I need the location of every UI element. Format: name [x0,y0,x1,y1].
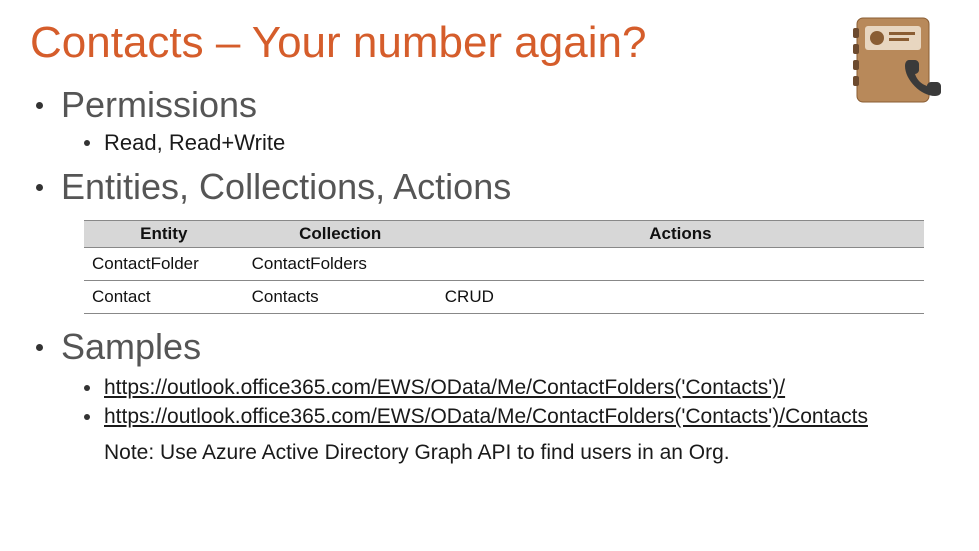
slide-title: Contacts – Your number again? [30,18,949,68]
list-item: https://outlook.office365.com/EWS/OData/… [30,374,949,401]
permissions-heading: Permissions [61,84,257,126]
permissions-values: Read, Read+Write [104,130,285,156]
table-header-row: Entity Collection Actions [84,221,924,248]
table-row: ContactFolder ContactFolders [84,248,924,281]
bullet-icon [84,385,90,391]
col-collection: Collection [244,221,437,248]
contacts-book-phone-icon [851,14,943,106]
permissions-heading-row: Permissions [30,84,949,126]
sample-link-1[interactable]: https://outlook.office365.com/EWS/OData/… [104,374,785,401]
bullet-icon [36,344,43,351]
sample-link-2[interactable]: https://outlook.office365.com/EWS/OData/… [104,403,868,430]
samples-list: https://outlook.office365.com/EWS/OData/… [30,374,949,431]
entities-heading: Entities, Collections, Actions [61,166,511,208]
table-row: Contact Contacts CRUD [84,281,924,314]
list-item: https://outlook.office365.com/EWS/OData/… [30,403,949,430]
cell-actions: CRUD [437,281,924,314]
samples-note: Note: Use Azure Active Directory Graph A… [104,441,949,465]
bullet-icon [36,184,43,191]
bullet-icon [84,140,90,146]
samples-heading-row: Samples [30,326,949,368]
entities-table: Entity Collection Actions ContactFolder … [84,220,924,314]
cell-collection: Contacts [244,281,437,314]
permissions-sub-row: Read, Read+Write [30,130,949,156]
entities-heading-row: Entities, Collections, Actions [30,166,949,208]
col-actions: Actions [437,221,924,248]
col-entity: Entity [84,221,244,248]
samples-heading: Samples [61,326,201,368]
bullet-icon [84,414,90,420]
cell-actions [437,248,924,281]
bullet-icon [36,102,43,109]
cell-entity: ContactFolder [84,248,244,281]
cell-entity: Contact [84,281,244,314]
cell-collection: ContactFolders [244,248,437,281]
